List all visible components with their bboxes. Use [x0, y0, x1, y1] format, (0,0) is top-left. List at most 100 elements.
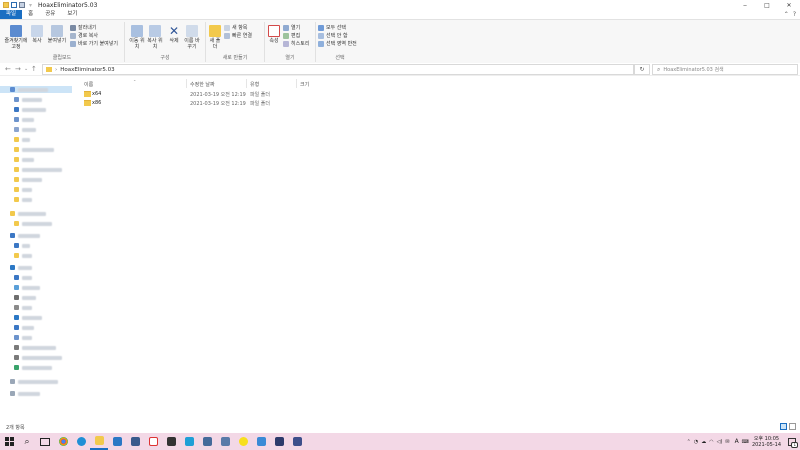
chevron-right-icon[interactable]: › — [55, 67, 57, 73]
help-icon[interactable]: ? — [793, 11, 796, 18]
onedrive-icon[interactable]: ☁ — [701, 439, 706, 445]
nav-item[interactable] — [0, 232, 40, 239]
copy-to-button[interactable]: 복사 위치 — [147, 25, 163, 50]
forward-button[interactable]: → — [15, 65, 21, 73]
refresh-button[interactable]: ↻ — [634, 64, 650, 75]
open-button[interactable]: 열기 — [283, 24, 300, 31]
cut-button[interactable]: 잘라내기 — [70, 24, 96, 31]
navigation-pane[interactable] — [0, 76, 76, 417]
input-method-indicator[interactable]: A — [735, 438, 739, 445]
file-list[interactable]: ⌃ 이름 수정한 날짜 유형 크기 x64 2021-03-19 오전 12:1… — [78, 76, 800, 417]
history-button[interactable]: 히스토리 — [283, 40, 309, 47]
table-row[interactable]: x64 2021-03-19 오전 12:19 파일 폴더 — [78, 90, 478, 98]
column-header-name[interactable]: ⌃ 이름 — [78, 79, 190, 89]
properties-quick-icon[interactable] — [11, 2, 17, 8]
invert-selection-button[interactable]: 선택 영역 반전 — [318, 40, 357, 47]
maximize-button[interactable]: □ — [756, 0, 778, 10]
taskbar-app[interactable] — [270, 433, 288, 450]
taskbar-app[interactable] — [126, 433, 144, 450]
tab-home[interactable]: 홈 — [22, 10, 39, 19]
chevron-down-icon[interactable]: ▾ — [29, 2, 32, 9]
paste-button[interactable]: 붙여넣기 — [46, 25, 68, 44]
delete-button[interactable]: ✕ 삭제 — [167, 25, 181, 44]
search-input[interactable]: ⌕ HoaxEliminator5.03 검색 — [652, 64, 798, 75]
details-view-button[interactable] — [780, 423, 787, 430]
nav-item[interactable] — [0, 324, 34, 331]
nav-item[interactable] — [0, 304, 32, 311]
copy-path-button[interactable]: 경로 복사 — [70, 32, 98, 39]
nav-item[interactable] — [0, 354, 62, 361]
new-item-button[interactable]: 새 항목 — [224, 24, 247, 31]
tab-share[interactable]: 공유 — [39, 10, 61, 19]
nav-item[interactable] — [0, 344, 56, 351]
action-center-button[interactable]: 1 — [788, 437, 798, 448]
nav-item[interactable] — [0, 390, 40, 397]
properties-button[interactable]: 속성 — [267, 25, 281, 44]
nav-item[interactable] — [0, 378, 58, 385]
nav-item[interactable] — [0, 86, 72, 93]
chevron-up-icon[interactable]: ⌃ — [687, 439, 691, 445]
volume-icon[interactable]: ◁) — [717, 439, 723, 445]
address-input[interactable]: › HoaxEliminator5.03 — [42, 64, 634, 75]
nav-item[interactable] — [0, 96, 42, 103]
taskbar-app[interactable] — [252, 433, 270, 450]
paste-shortcut-button[interactable]: 바로 가기 붙여넣기 — [70, 40, 118, 47]
breadcrumb[interactable]: HoaxEliminator5.03 — [60, 67, 114, 73]
tab-file[interactable]: 파일 — [0, 10, 23, 19]
back-button[interactable]: ← — [5, 65, 11, 73]
task-view-button[interactable] — [36, 433, 54, 450]
nav-item[interactable] — [0, 294, 36, 301]
nav-item[interactable] — [0, 264, 32, 271]
up-button[interactable]: ↑ — [31, 65, 37, 73]
copy-button[interactable]: 복사 — [30, 25, 44, 44]
nav-item[interactable] — [0, 220, 52, 227]
easy-access-button[interactable]: 빠른 연결 — [224, 32, 252, 39]
nav-item[interactable] — [0, 136, 30, 143]
nav-item[interactable] — [0, 116, 34, 123]
search-button[interactable]: ⌕ — [18, 433, 36, 450]
taskbar-app[interactable] — [288, 433, 306, 450]
pin-button[interactable]: 즐겨찾기에 고정 — [3, 25, 29, 50]
taskbar-app[interactable] — [162, 433, 180, 450]
nav-item[interactable] — [0, 176, 42, 183]
start-button[interactable] — [0, 433, 18, 450]
nav-item[interactable] — [0, 146, 54, 153]
rename-button[interactable]: 이름 바꾸기 — [183, 25, 201, 50]
move-to-button[interactable]: 이동 위치 — [129, 25, 145, 50]
notification-icon[interactable]: ✉ — [725, 439, 729, 445]
table-row[interactable]: x86 2021-03-19 오전 12:19 파일 폴더 — [78, 99, 478, 107]
nav-item[interactable] — [0, 284, 40, 291]
tab-view[interactable]: 보기 — [61, 10, 83, 19]
nav-item[interactable] — [0, 196, 32, 203]
select-none-button[interactable]: 선택 안 함 — [318, 32, 348, 39]
column-divider[interactable] — [296, 79, 297, 88]
nav-item[interactable] — [0, 106, 46, 113]
recent-locations-button[interactable]: ⌄ — [24, 66, 28, 72]
nav-item[interactable] — [0, 186, 32, 193]
nav-item[interactable] — [0, 242, 30, 249]
nav-item[interactable] — [0, 364, 52, 371]
nav-item[interactable] — [0, 314, 42, 321]
chevron-up-icon[interactable]: ⌃ — [784, 11, 789, 18]
new-folder-button[interactable]: 새 폴더 — [208, 25, 222, 50]
large-icons-view-button[interactable] — [789, 423, 796, 430]
nav-item[interactable] — [0, 252, 32, 259]
minimize-button[interactable]: ‒ — [734, 0, 756, 10]
nav-item[interactable] — [0, 334, 32, 341]
taskbar-app[interactable] — [144, 433, 162, 450]
nav-item[interactable] — [0, 210, 46, 217]
nav-item[interactable] — [0, 126, 36, 133]
taskbar-app[interactable] — [72, 433, 90, 450]
new-folder-quick-icon[interactable] — [19, 2, 25, 8]
taskbar-app[interactable] — [216, 433, 234, 450]
wifi-icon[interactable]: ◠ — [709, 439, 713, 445]
column-divider[interactable] — [186, 79, 187, 88]
column-header-modified[interactable]: 수정한 날짜 — [190, 79, 250, 89]
nav-item[interactable] — [0, 156, 34, 163]
column-divider[interactable] — [246, 79, 247, 88]
select-all-button[interactable]: 모두 선택 — [318, 24, 346, 31]
edit-button[interactable]: 편집 — [283, 32, 300, 39]
taskbar-app[interactable] — [108, 433, 126, 450]
network-icon[interactable]: ◔ — [694, 439, 698, 445]
taskbar-app[interactable] — [198, 433, 216, 450]
